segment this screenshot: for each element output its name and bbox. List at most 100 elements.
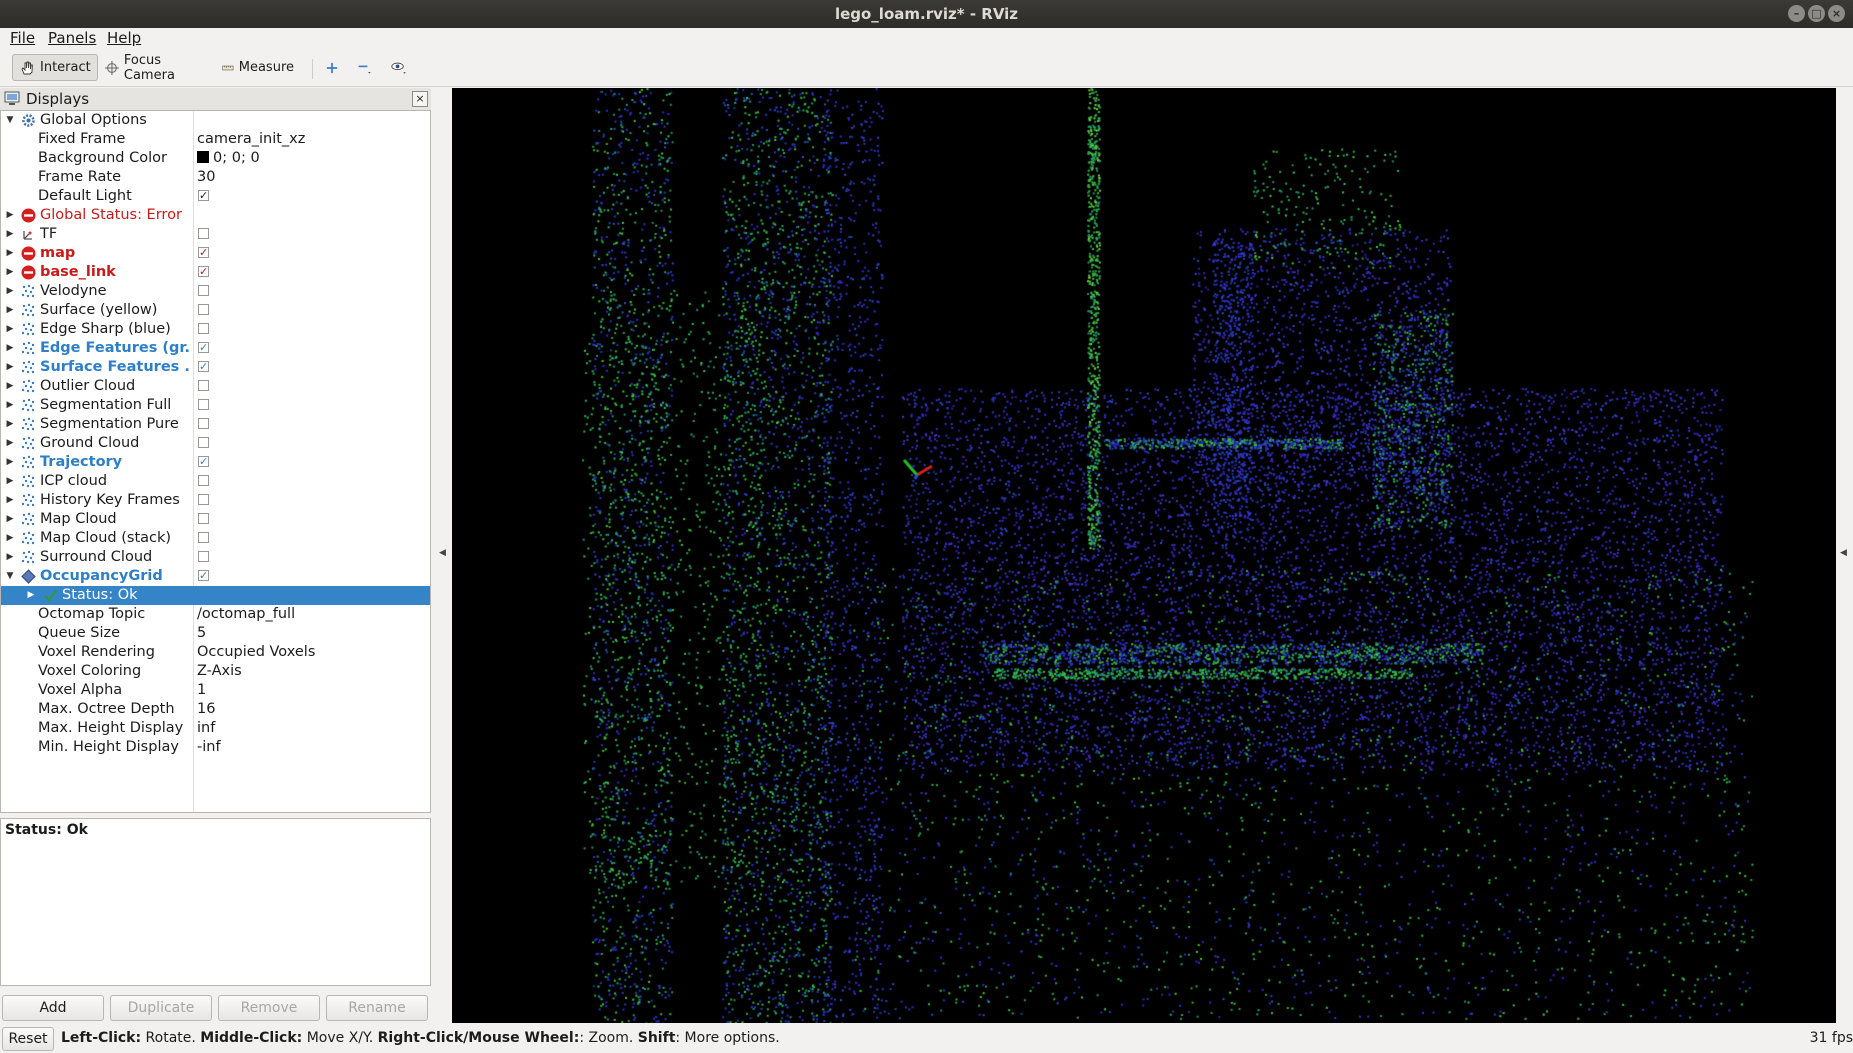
expand-arrow-icon[interactable]: ▶ [5, 263, 15, 282]
tree-row[interactable]: Frame Rate 30 [1, 168, 430, 187]
tree-row[interactable]: Min. Height Display -inf [1, 738, 430, 757]
tree-row[interactable]: ▶ Segmentation Pure [1, 415, 430, 434]
view-options-button[interactable] [385, 54, 415, 81]
duplicate-display-button[interactable]: Duplicate [110, 995, 212, 1021]
tree-row[interactable]: ▼ OccupancyGrid ✓ [1, 567, 430, 586]
expand-arrow-icon[interactable]: ▶ [5, 282, 15, 301]
left-panel-splitter[interactable]: ◀ [432, 88, 452, 1023]
right-panel-splitter[interactable]: ◀ [1836, 88, 1853, 1023]
tree-row[interactable]: Octomap Topic/octomap_full [1, 605, 430, 624]
expand-arrow-icon[interactable]: ▶ [5, 358, 15, 377]
focus-camera-tool-button[interactable]: Focus Camera [99, 53, 210, 83]
disabled-checkbox[interactable] [198, 323, 209, 334]
menu-panels[interactable]: Panels [45, 29, 99, 47]
disabled-checkbox[interactable] [198, 437, 209, 448]
tree-row[interactable]: ▶ Status: Ok [1, 586, 430, 605]
tree-row[interactable]: ▶ Global Status: Error [1, 206, 430, 225]
expand-arrow-icon[interactable]: ▶ [5, 225, 15, 244]
expand-arrow-icon[interactable]: ▶ [5, 320, 15, 339]
close-icon[interactable]: × [1828, 5, 1845, 22]
collapse-arrow-icon[interactable]: ▼ [5, 567, 15, 586]
tree-row[interactable]: ▶ Edge Features (gr... ✓ [1, 339, 430, 358]
tree-row[interactable]: Default Light ✓ [1, 187, 430, 206]
panel-close-icon[interactable]: × [412, 91, 428, 107]
enabled-checkbox[interactable]: ✓ [198, 342, 209, 353]
tree-row[interactable]: Queue Size 5 [1, 624, 430, 643]
tree-row[interactable]: Max. Height Display inf [1, 719, 430, 738]
disabled-checkbox[interactable] [198, 304, 209, 315]
disabled-checkbox[interactable] [198, 285, 209, 296]
enabled-checkbox[interactable]: ✓ [198, 456, 209, 467]
expand-arrow-icon[interactable]: ▶ [5, 434, 15, 453]
disabled-checkbox[interactable] [198, 551, 209, 562]
tree-row[interactable]: ▶ ICP cloud [1, 472, 430, 491]
expand-arrow-icon[interactable]: ▶ [5, 377, 15, 396]
tree-row[interactable]: Voxel Rendering Occupied Voxels [1, 643, 430, 662]
disabled-checkbox[interactable] [198, 475, 209, 486]
interact-tool-button[interactable]: Interact [12, 54, 98, 81]
enabled-checkbox[interactable]: ✓ [198, 247, 209, 258]
tree-row-value[interactable]: inf [197, 719, 215, 738]
tree-row-value[interactable]: /octomap_full [197, 605, 295, 624]
render-viewport[interactable] [452, 88, 1836, 1023]
tree-row-value[interactable]: 5 [197, 624, 206, 643]
tree-row[interactable]: ▶ Map Cloud (stack) [1, 529, 430, 548]
disabled-checkbox[interactable] [198, 418, 209, 429]
expand-arrow-icon[interactable]: ▶ [5, 491, 15, 510]
enabled-checkbox[interactable]: ✓ [198, 570, 209, 581]
disabled-checkbox[interactable] [198, 494, 209, 505]
menu-file[interactable]: File [7, 29, 38, 47]
tree-row[interactable]: ▶ Surface (yellow) [1, 301, 430, 320]
tree-row[interactable]: ▶ Surround Cloud [1, 548, 430, 567]
tree-row[interactable]: ▶ map ✓ [1, 244, 430, 263]
expand-arrow-icon[interactable]: ▶ [5, 206, 15, 225]
expand-arrow-icon[interactable]: ▶ [5, 415, 15, 434]
tree-row-value[interactable]: camera_init_xz [197, 130, 305, 149]
add-display-button[interactable]: Add [2, 995, 104, 1021]
enabled-checkbox[interactable]: ✓ [198, 266, 209, 277]
collapse-arrow-icon[interactable]: ▼ [5, 111, 15, 130]
tree-row-value[interactable]: 0; 0; 0 [197, 149, 260, 168]
collapse-left-icon[interactable]: ◀ [439, 548, 446, 558]
tree-row[interactable]: ▶ Outlier Cloud [1, 377, 430, 396]
tree-row[interactable]: Max. Octree Depth 16 [1, 700, 430, 719]
measure-tool-button[interactable]: Measure [216, 54, 300, 81]
expand-arrow-icon[interactable]: ▶ [5, 244, 15, 263]
tree-row[interactable]: ▶ base_link ✓ [1, 263, 430, 282]
point-cloud-canvas[interactable] [452, 88, 1836, 1023]
tree-row-value[interactable]: Occupied Voxels [197, 643, 315, 662]
tree-row[interactable]: ▶ Map Cloud [1, 510, 430, 529]
expand-arrow-icon[interactable]: ▶ [26, 586, 36, 605]
tree-row[interactable]: ▼ Global Options [1, 111, 430, 130]
reset-button[interactable]: Reset [2, 1027, 54, 1051]
tree-row-value[interactable]: Z-Axis [197, 662, 242, 681]
expand-arrow-icon[interactable]: ▶ [5, 472, 15, 491]
tree-row[interactable]: ▶ Segmentation Full [1, 396, 430, 415]
expand-arrow-icon[interactable]: ▶ [5, 301, 15, 320]
expand-arrow-icon[interactable]: ▶ [5, 339, 15, 358]
displays-tree[interactable]: ▼ Global Options Fixed Frame camera_init_xz… [0, 110, 431, 813]
remove-tool-button[interactable] [351, 54, 379, 81]
tree-row[interactable]: Fixed Frame camera_init_xz [1, 130, 430, 149]
add-tool-button[interactable] [320, 54, 344, 81]
expand-arrow-icon[interactable]: ▶ [5, 396, 15, 415]
rename-display-button[interactable]: Rename [326, 995, 428, 1021]
tree-row-value[interactable]: -inf [197, 738, 221, 757]
tree-row[interactable]: Background Color 0; 0; 0 [1, 149, 430, 168]
minimize-icon[interactable]: – [1788, 5, 1805, 22]
expand-arrow-icon[interactable]: ▶ [5, 510, 15, 529]
disabled-checkbox[interactable] [198, 532, 209, 543]
tree-row-value[interactable]: 1 [197, 681, 206, 700]
enabled-checkbox[interactable]: ✓ [198, 361, 209, 372]
disabled-checkbox[interactable] [198, 399, 209, 410]
expand-arrow-icon[interactable]: ▶ [5, 529, 15, 548]
disabled-checkbox[interactable] [198, 380, 209, 391]
tree-row[interactable]: Voxel Coloring Z-Axis [1, 662, 430, 681]
tree-row-value[interactable]: 30 [197, 168, 215, 187]
expand-arrow-icon[interactable]: ▶ [5, 453, 15, 472]
enabled-checkbox[interactable]: ✓ [198, 190, 209, 201]
tree-row-value[interactable]: 16 [197, 700, 215, 719]
tree-row[interactable]: ▶ Ground Cloud [1, 434, 430, 453]
maximize-icon[interactable]: □ [1808, 5, 1825, 22]
color-swatch[interactable] [197, 151, 209, 163]
